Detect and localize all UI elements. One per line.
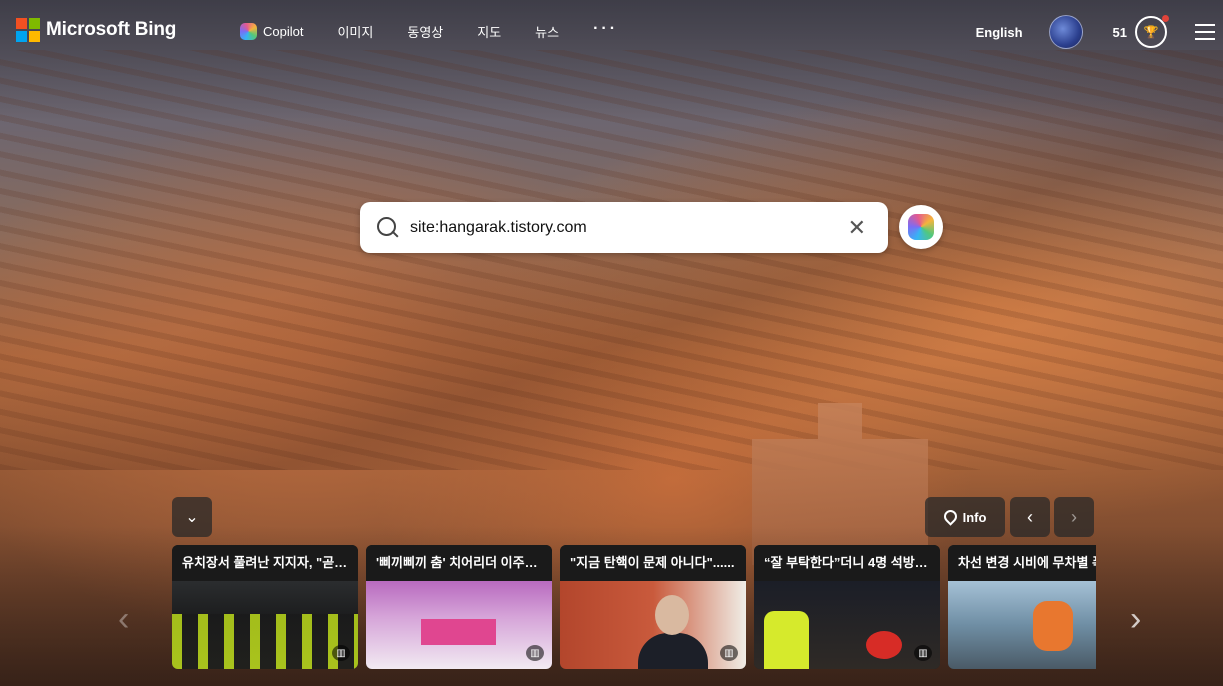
open-article-icon[interactable]: ▥ (526, 645, 544, 661)
nav-copilot[interactable]: Copilot (240, 23, 303, 40)
rewards-trophy-icon[interactable]: 🏆 (1135, 15, 1169, 48)
nav-images[interactable]: 이미지 (337, 22, 373, 41)
search-input[interactable] (408, 217, 832, 238)
chevron-left-icon: ‹ (1027, 506, 1033, 527)
news-thumbnail (366, 581, 552, 669)
image-info-button[interactable]: Info (925, 497, 1005, 537)
header: Microsoft Bing Copilot 이미지 동영상 지도 뉴스 ···… (0, 0, 1223, 64)
news-card[interactable]: “잘 부탁한다”더니 4명 석방...... ▥ (754, 545, 940, 669)
news-thumbnail (948, 581, 1096, 669)
logo-text: Microsoft Bing (46, 19, 177, 40)
rewards-points[interactable]: 51 (1113, 25, 1127, 40)
location-pin-icon (944, 510, 955, 524)
news-title: "지금 탄핵이 문제 아니다"...... (560, 545, 746, 581)
news-thumbnail (754, 581, 940, 669)
collapse-feed-button[interactable]: ⌄ (172, 497, 212, 537)
copilot-icon (908, 214, 934, 240)
open-article-icon[interactable]: ▥ (914, 645, 932, 661)
carousel-next-icon[interactable]: › (1130, 600, 1141, 639)
news-carousel: 유치장서 풀려난 지지자, "곧 ... ▥ '삐끼삐끼 춤' 치어리더 이주은… (172, 545, 1096, 669)
info-label: Info (962, 509, 987, 525)
news-thumbnail (560, 581, 746, 669)
copilot-search-button[interactable] (899, 205, 943, 249)
search-box: ✕ (360, 202, 888, 253)
news-card[interactable]: 차선 변경 시비에 무차별 폭 (948, 545, 1096, 669)
previous-image-button[interactable]: ‹ (1010, 497, 1050, 537)
nav-more-button[interactable]: ··· (593, 20, 618, 38)
microsoft-logo-icon (16, 18, 40, 42)
news-card[interactable]: '삐끼삐끼 춤' 치어리더 이주은... ▥ (366, 545, 552, 669)
news-title: 유치장서 풀려난 지지자, "곧 ... (172, 545, 358, 581)
notification-dot (1162, 15, 1169, 22)
next-image-button[interactable]: › (1054, 497, 1094, 537)
nav-videos[interactable]: 동영상 (407, 22, 443, 41)
nav-news[interactable]: 뉴스 (535, 22, 559, 41)
news-title: “잘 부탁한다”더니 4명 석방...... (754, 545, 940, 581)
language-toggle[interactable]: English (976, 25, 1023, 40)
news-title: '삐끼삐끼 춤' 치어리더 이주은... (366, 545, 552, 581)
menu-icon[interactable] (1195, 24, 1215, 40)
news-card[interactable]: 유치장서 풀려난 지지자, "곧 ... ▥ (172, 545, 358, 669)
chevron-right-icon: › (1071, 506, 1077, 527)
news-title: 차선 변경 시비에 무차별 폭 (948, 545, 1096, 581)
nav-maps[interactable]: 지도 (477, 22, 501, 41)
search-icon[interactable] (376, 216, 400, 240)
open-article-icon[interactable]: ▥ (720, 645, 738, 661)
news-thumbnail (172, 581, 358, 669)
nav-copilot-label: Copilot (263, 24, 304, 39)
carousel-prev-icon[interactable]: ‹ (118, 600, 129, 639)
open-article-icon[interactable]: ▥ (332, 645, 350, 661)
bing-logo[interactable]: Microsoft Bing (16, 18, 176, 42)
header-right: English 51 🏆 (976, 14, 1223, 50)
chevron-down-icon: ⌄ (185, 509, 199, 526)
top-nav: Copilot 이미지 동영상 지도 뉴스 ··· (240, 20, 652, 41)
clear-icon[interactable]: ✕ (848, 216, 866, 239)
news-card[interactable]: "지금 탄핵이 문제 아니다"...... ▥ (560, 545, 746, 669)
copilot-icon (240, 23, 257, 40)
profile-avatar[interactable] (1048, 15, 1083, 49)
